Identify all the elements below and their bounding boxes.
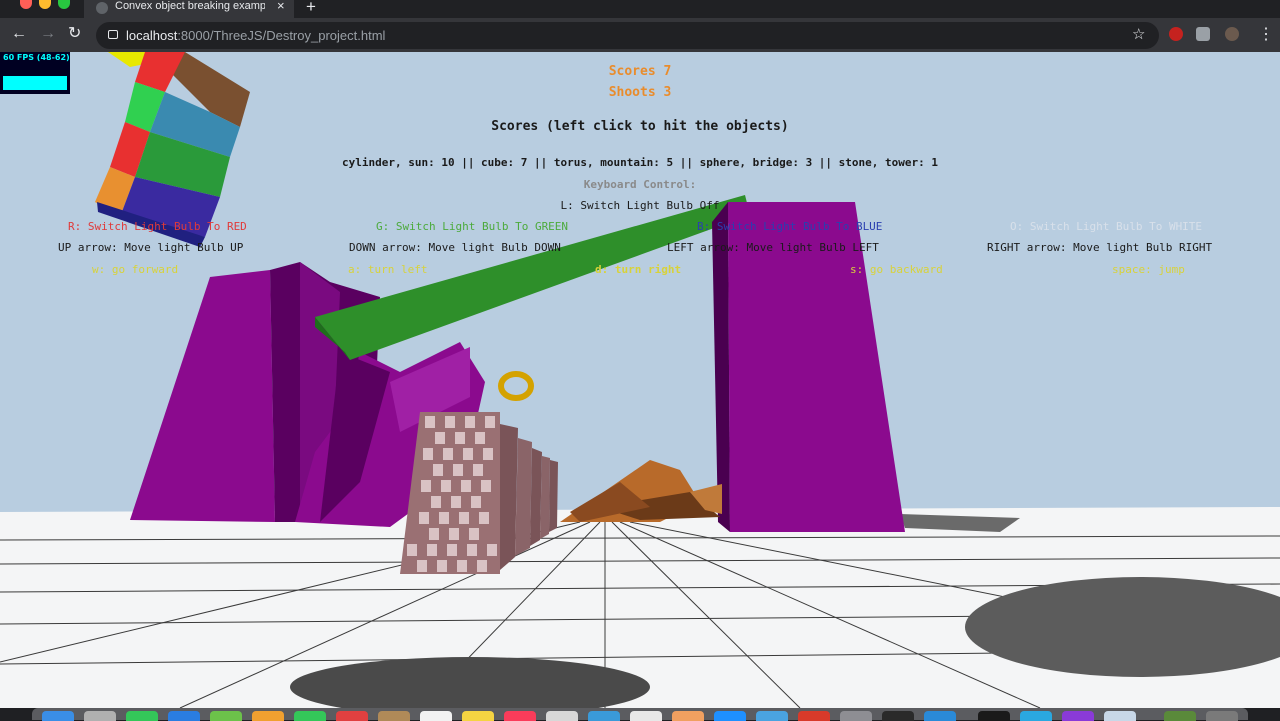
- back-icon[interactable]: ←: [11, 24, 27, 44]
- close-window-button[interactable]: [20, 0, 32, 9]
- profile-avatar[interactable]: [1225, 27, 1239, 41]
- minimize-window-button[interactable]: [39, 0, 51, 9]
- scores-heading: Scores (left click to hit the objects): [491, 119, 789, 134]
- adblock-extension-icon[interactable]: [1169, 27, 1183, 41]
- menu-dots-icon[interactable]: ⋮: [1258, 24, 1274, 44]
- extensions-puzzle-icon[interactable]: [1196, 27, 1210, 41]
- address-bar[interactable]: localhost:8000/ThreeJS/Destroy_project.h…: [96, 22, 1159, 49]
- green-light-hint: G: Switch Light Bulb To GREEN: [376, 220, 569, 233]
- scores-count: Scores 7: [608, 64, 672, 79]
- url-text: localhost:8000/ThreeJS/Destroy_project.h…: [126, 28, 386, 43]
- keyboard-control-heading: Keyboard Control:: [583, 178, 697, 191]
- s-key-hint: s: go backward: [850, 263, 943, 276]
- browser-toolbar: ← → ↻ localhost:8000/ThreeJS/Destroy_pro…: [0, 18, 1280, 52]
- fps-text: 60 FPS (48-62): [3, 53, 70, 62]
- new-tab-button[interactable]: +: [306, 0, 316, 17]
- d-key-hint: d: turn right: [595, 263, 682, 276]
- up-arrow-hint: UP arrow: Move light Bulb UP: [58, 241, 244, 254]
- w-key-hint: w: go forward: [92, 263, 179, 276]
- light-off-hint: L: Switch Light Bulb Off: [560, 199, 720, 212]
- tab-close-icon[interactable]: ×: [277, 0, 285, 12]
- forward-icon[interactable]: →: [40, 24, 56, 44]
- browser-tab[interactable]: Convex object breaking example ×: [84, 0, 294, 18]
- blue-light-hint: B: Switch Light Bulb To BLUE: [697, 220, 883, 233]
- globe-icon: [96, 2, 108, 14]
- white-light-hint: O: Switch Light Bulb To WHITE: [1010, 220, 1203, 233]
- score-table: cylinder, sun: 10 || cube: 7 || torus, m…: [341, 156, 939, 169]
- shoots-count: Shoots 3: [608, 85, 672, 100]
- browser-tab-bar: Convex object breaking example × +: [0, 0, 1280, 18]
- macos-dock: [32, 708, 1248, 721]
- scene-graphics: [0, 52, 1280, 708]
- down-arrow-hint: DOWN arrow: Move light Bulb DOWN: [349, 241, 561, 254]
- info-icon[interactable]: [108, 30, 118, 39]
- red-light-hint: R: Switch Light Bulb To RED: [68, 220, 247, 233]
- left-arrow-hint: LEFT arrow: Move light Bulb LEFT: [667, 241, 879, 254]
- tab-title: Convex object breaking example: [115, 0, 265, 12]
- a-key-hint: a: turn left: [348, 263, 428, 276]
- bookmark-star-icon[interactable]: ☆: [1132, 25, 1145, 43]
- right-arrow-hint: RIGHT arrow: Move light Bulb RIGHT: [987, 241, 1213, 254]
- reload-icon[interactable]: ↻: [68, 24, 81, 44]
- space-key-hint: space: jump: [1112, 263, 1185, 276]
- threejs-canvas[interactable]: 60 FPS (48-62) Scores 7 Shoots 3 Scores …: [0, 52, 1280, 708]
- maximize-window-button[interactable]: [58, 0, 70, 9]
